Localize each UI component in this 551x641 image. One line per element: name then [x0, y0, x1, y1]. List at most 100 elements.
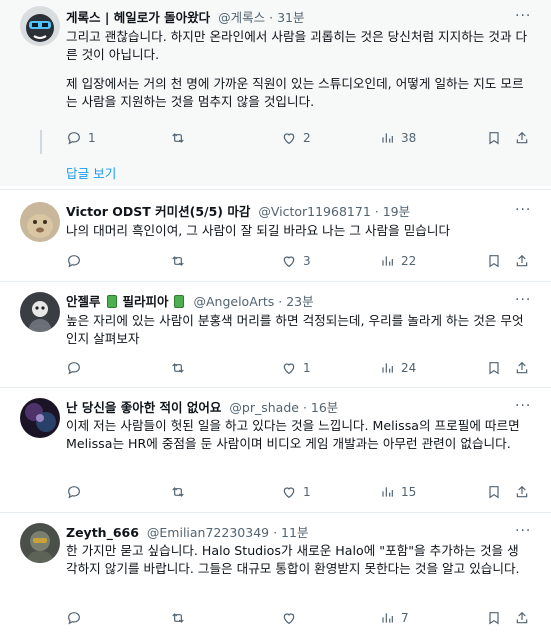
tweet[interactable]: 안젤루 필라피아 @AngeloArts · 23분 ··· 높은 자리에 있는… [0, 282, 551, 386]
like-button[interactable]: 1 [281, 483, 311, 501]
reply-button[interactable]: 1 [66, 129, 96, 147]
username[interactable]: @AngeloArts [193, 294, 274, 309]
views-count: 15 [401, 485, 417, 499]
views-button[interactable]: 7 [379, 609, 409, 627]
more-icon[interactable]: ··· [515, 293, 531, 312]
share-button[interactable] [514, 609, 530, 627]
views-button[interactable]: 38 [379, 129, 416, 147]
more-icon[interactable]: ··· [515, 399, 531, 418]
action-bar: 7 [66, 609, 536, 627]
retweet-button[interactable] [170, 252, 192, 270]
tweet[interactable]: Zeyth_666 @Emilian72230349 · 11분 ··· 한 가… [0, 513, 551, 641]
timestamp[interactable]: 11분 [281, 525, 308, 540]
bookmark-button[interactable] [486, 483, 502, 501]
like-icon [283, 133, 295, 145]
bookmark-button[interactable] [486, 129, 502, 147]
display-name-suffix[interactable]: 필라피아 [122, 294, 168, 309]
retweet-button[interactable] [170, 609, 192, 627]
bookmark-button[interactable] [486, 609, 502, 627]
tweet-text: 나의 대머리 흑인이여, 그 사람이 잘 되길 바라요 나는 그 사람을 믿습니… [66, 222, 528, 240]
reply-icon [68, 132, 80, 145]
like-icon [283, 487, 295, 499]
like-icon [283, 613, 295, 625]
tweet-paragraph: 높은 자리에 있는 사람이 분홍색 머리를 하면 걱정되는데, 우리를 놀라게 … [66, 313, 524, 346]
avatar[interactable] [20, 202, 60, 242]
display-name[interactable]: 안젤루 [66, 294, 101, 309]
views-icon [382, 256, 393, 266]
share-icon [516, 611, 528, 624]
username[interactable]: @Emilian72230349 [147, 525, 269, 540]
reply-button[interactable] [66, 609, 88, 627]
like-button[interactable]: 3 [281, 252, 311, 270]
avatar[interactable] [20, 523, 60, 563]
more-icon[interactable]: ··· [515, 9, 531, 28]
retweet-button[interactable] [170, 483, 192, 501]
tweet[interactable]: Victor ODST 커미션(5/5) 마감 @Victor11968171 … [0, 190, 551, 280]
tweet-text: 높은 자리에 있는 사람이 분홍색 머리를 하면 걱정되는데, 우리를 놀라게 … [66, 312, 528, 348]
username[interactable]: @pr_shade [229, 400, 299, 415]
bookmark-button[interactable] [486, 359, 502, 377]
reply-button[interactable] [66, 359, 88, 377]
tweet-paragraph: 한 가지만 묻고 싶습니다. Halo Studios가 새로운 Halo에 "… [66, 543, 520, 576]
tweet-paragraph: 그리고 괜찮습니다. 하지만 온라인에서 사람을 괴롭히는 것은 당신처럼 지지… [66, 29, 528, 62]
bookmark-icon [489, 612, 499, 625]
timestamp[interactable]: 23분 [286, 294, 313, 309]
separator-dot: · [269, 10, 278, 25]
share-button[interactable] [514, 483, 530, 501]
display-name[interactable]: 난 당신을 좋아한 적이 없어요 [66, 400, 221, 415]
username[interactable]: @Victor11968171 [258, 204, 370, 219]
views-count: 7 [401, 611, 409, 625]
like-icon [283, 363, 295, 375]
more-icon[interactable]: ··· [515, 203, 531, 222]
action-bar: 1 2 38 [66, 129, 536, 147]
views-count: 22 [401, 254, 417, 268]
reply-button[interactable] [66, 483, 88, 501]
like-button[interactable] [281, 609, 303, 627]
display-name[interactable]: Zeyth_666 [66, 525, 139, 540]
reply-icon [68, 612, 80, 625]
like-icon [283, 256, 295, 268]
share-icon [516, 485, 528, 498]
like-count: 1 [303, 485, 311, 499]
like-count: 3 [303, 254, 311, 268]
tweet[interactable]: 게록스 | 헤일로가 돌아왔다 @게록스 · 31분 ··· 그리고 괜찮습니다… [0, 0, 551, 186]
avatar[interactable] [20, 6, 60, 46]
views-icon [382, 133, 393, 143]
display-name[interactable]: Victor ODST 커미션(5/5) 마감 [66, 204, 250, 219]
share-button[interactable] [514, 359, 530, 377]
like-button[interactable]: 1 [281, 359, 311, 377]
timestamp[interactable]: 16분 [311, 400, 338, 415]
reply-button[interactable] [66, 252, 88, 270]
like-count: 1 [303, 361, 311, 375]
share-button[interactable] [514, 129, 530, 147]
tweet-header: 안젤루 필라피아 @AngeloArts · 23분 [66, 294, 314, 310]
views-button[interactable]: 22 [379, 252, 416, 270]
tweet-header: Victor ODST 커미션(5/5) 마감 @Victor11968171 … [66, 204, 410, 220]
views-icon [382, 613, 393, 623]
timestamp[interactable]: 19분 [383, 204, 410, 219]
display-name[interactable]: 게록스 | 헤일로가 돌아왔다 [66, 10, 210, 25]
tweet[interactable]: 난 당신을 좋아한 적이 없어요 @pr_shade · 16분 ··· 이제 … [0, 388, 551, 508]
more-icon[interactable]: ··· [515, 524, 531, 543]
avatar[interactable] [20, 398, 60, 438]
show-replies-link[interactable]: 답글 보기 [66, 163, 116, 182]
bookmark-button[interactable] [486, 252, 502, 270]
share-button[interactable] [514, 252, 530, 270]
views-button[interactable]: 24 [379, 359, 416, 377]
flag-icon [106, 295, 117, 308]
views-button[interactable]: 15 [379, 483, 416, 501]
username[interactable]: @게록스 [218, 10, 265, 25]
thread-line [40, 130, 42, 154]
share-icon [516, 254, 528, 267]
views-count: 24 [401, 361, 417, 375]
avatar[interactable] [20, 292, 60, 332]
retweet-button[interactable] [170, 129, 192, 147]
retweet-icon [172, 133, 184, 143]
tweet-text: 이제 저는 사람들이 헛된 일을 하고 있다는 것을 느낍니다. Melissa… [66, 417, 528, 453]
retweet-button[interactable] [170, 359, 192, 377]
like-button[interactable]: 2 [281, 129, 311, 147]
timestamp[interactable]: 31분 [277, 10, 304, 25]
reply-icon [68, 486, 80, 499]
tweet-paragraph: 나의 대머리 흑인이여, 그 사람이 잘 되길 바라요 나는 그 사람을 믿습니… [66, 223, 451, 238]
retweet-icon [172, 613, 184, 623]
